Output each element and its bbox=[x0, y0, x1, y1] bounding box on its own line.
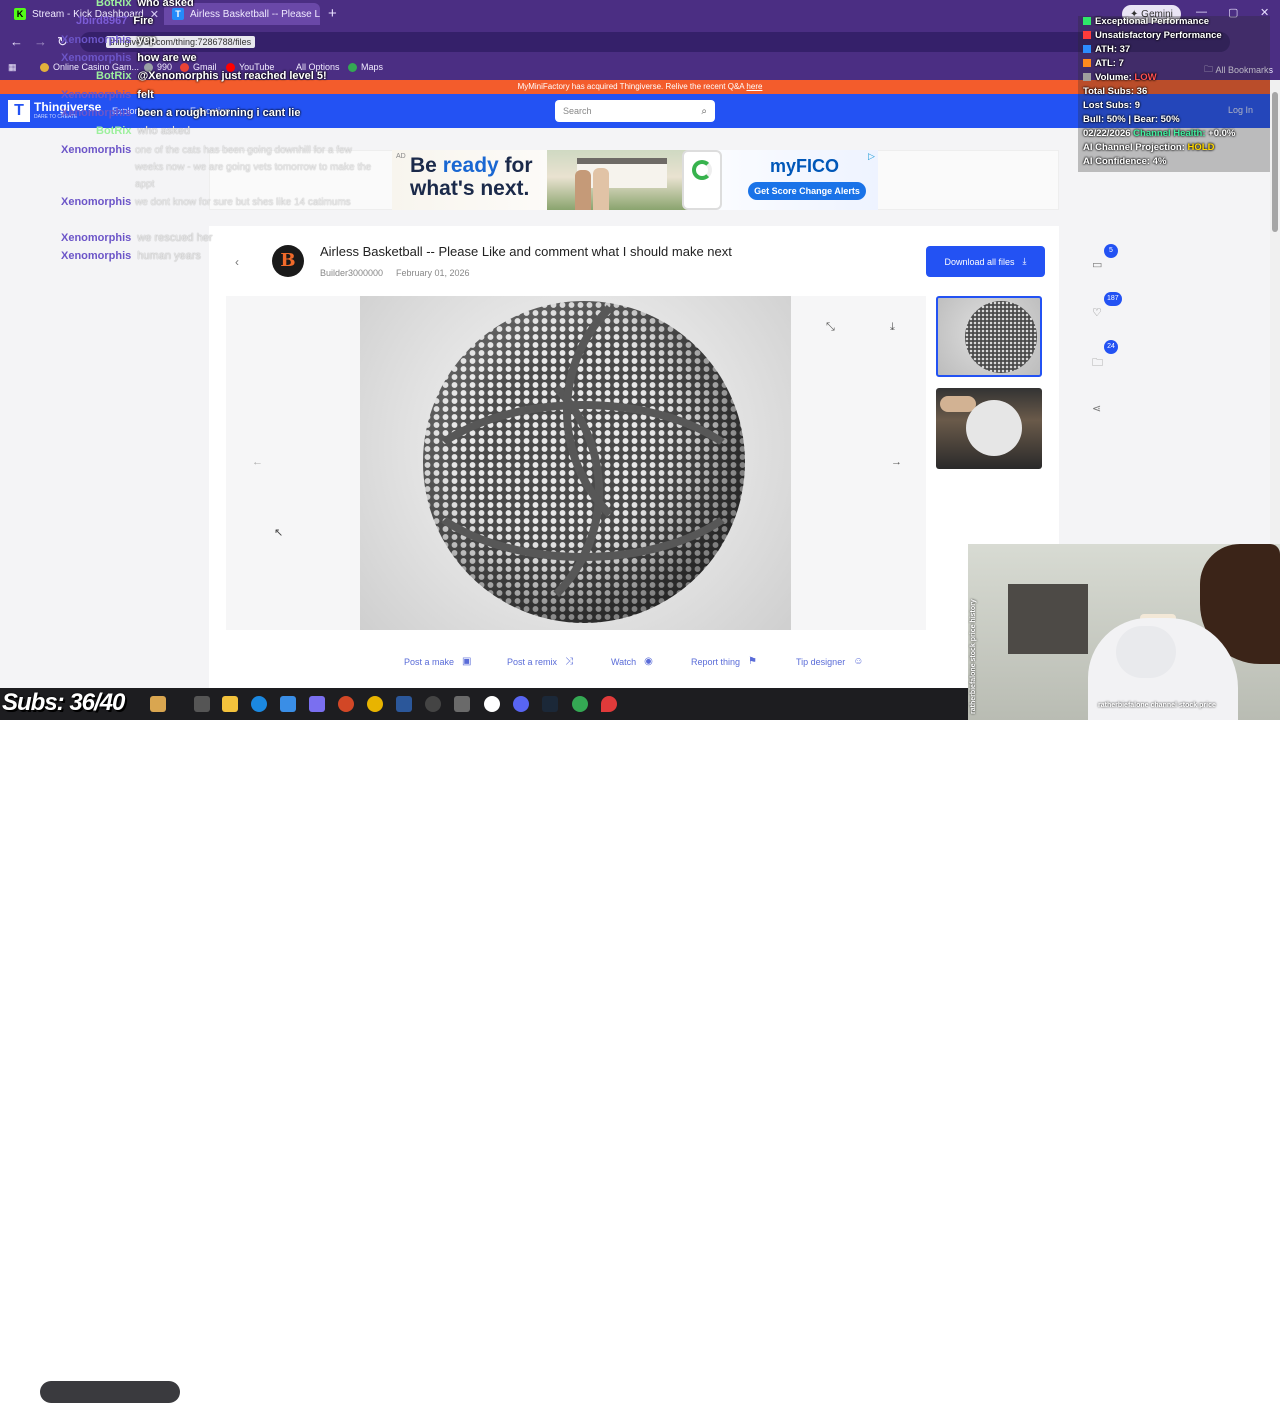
red-square-icon bbox=[1083, 31, 1091, 39]
flag-icon: ⚑ bbox=[748, 656, 757, 667]
chat-message: BotRix who asked bbox=[96, 125, 191, 137]
publish-date: February 01, 2026 bbox=[396, 268, 470, 278]
shuffle-icon: ⤨ bbox=[565, 656, 574, 667]
collections-count-badge: 24 bbox=[1104, 340, 1118, 354]
smile-icon: ☺ bbox=[853, 656, 864, 667]
chat-message: Xenomorphis we rescued her bbox=[61, 232, 213, 244]
maps-pin-icon[interactable] bbox=[601, 696, 617, 712]
chat-message: Xenomorphis been a rough morning i cant l… bbox=[61, 107, 301, 119]
search-icon[interactable]: ⌕ bbox=[701, 106, 707, 117]
fullscreen-icon[interactable]: ⤡ bbox=[826, 321, 835, 334]
stream-chat-overlay: BotRix who asked Jbird8967 Fire Xenomorphi… bbox=[0, 0, 400, 270]
adchoices-icon[interactable]: ▷ bbox=[868, 151, 875, 162]
copilot-icon[interactable] bbox=[309, 696, 325, 712]
ad-brand-logo: myFICO bbox=[770, 156, 840, 176]
chat-username: Xenomorphis bbox=[61, 196, 132, 208]
thumbnail-1[interactable] bbox=[936, 296, 1042, 377]
webcam-overlay: ratherbiefalone stock price history rath… bbox=[968, 544, 1280, 720]
webcam-bottom-caption: ratherbiefalone channel stock price bbox=[1098, 702, 1216, 709]
obs-icon[interactable] bbox=[425, 696, 441, 712]
channel-stats-overlay: Exceptional Performance Unsatisfactory P… bbox=[1078, 16, 1270, 172]
mouse-cursor-icon: ↖ bbox=[274, 527, 284, 539]
report-thing-button[interactable]: Report thing ⚑ bbox=[691, 656, 757, 667]
edge-icon[interactable] bbox=[251, 696, 267, 712]
myfico-ad-banner[interactable]: Be ready for what's next. myFICO Get Sco… bbox=[392, 150, 878, 210]
store-icon[interactable] bbox=[280, 696, 296, 712]
chrome-icon[interactable] bbox=[367, 696, 383, 712]
app-icon[interactable] bbox=[454, 696, 470, 712]
site-search-input[interactable]: Search ⌕ bbox=[555, 100, 715, 122]
taskbar-widget-icon[interactable] bbox=[150, 696, 166, 712]
ad-headline: Be ready for what's next. bbox=[410, 154, 533, 200]
word-icon[interactable] bbox=[396, 696, 412, 712]
watch-button[interactable]: Watch ◉ bbox=[611, 656, 653, 667]
ad-phone-image bbox=[682, 150, 722, 210]
share-icon[interactable]: ⋖ bbox=[1092, 402, 1101, 415]
legend-unsatisfactory: Unsatisfactory Performance bbox=[1083, 30, 1222, 41]
gray-square-icon bbox=[1083, 73, 1091, 81]
post-remix-button[interactable]: Post a remix ⤨ bbox=[507, 656, 573, 667]
camera-icon: ▣ bbox=[462, 656, 472, 667]
ad-cta-button[interactable]: Get Score Change Alerts bbox=[748, 182, 866, 200]
taskview-icon[interactable] bbox=[194, 696, 210, 712]
powerpoint-icon[interactable] bbox=[338, 696, 354, 712]
post-make-button[interactable]: Post a make ▣ bbox=[404, 656, 471, 667]
announcement-link[interactable]: here bbox=[746, 82, 762, 91]
stat-total-subs: Total Subs: 36 bbox=[1083, 86, 1148, 97]
download-label: Download all files bbox=[944, 256, 1015, 267]
chat-message: BotRix who asked bbox=[96, 0, 194, 9]
ad-house-image bbox=[547, 150, 697, 210]
scrollbar-thumb[interactable] bbox=[1272, 92, 1278, 232]
chat-message: Xenomorphis human years bbox=[61, 250, 201, 262]
steam-icon[interactable] bbox=[542, 696, 558, 712]
pokeball-icon[interactable] bbox=[484, 696, 500, 712]
comment-icon[interactable]: ▭ bbox=[1092, 258, 1102, 271]
chat-message-text: we dont know for sure but shes like 14 c… bbox=[135, 197, 351, 208]
subs-goal-overlay: Subs: 36/40 bbox=[2, 689, 125, 716]
stat-projection: AI Channel Projection: HOLD bbox=[1083, 142, 1215, 153]
like-heart-icon[interactable]: ♡ bbox=[1092, 306, 1102, 319]
chat-username: Xenomorphis bbox=[61, 144, 132, 156]
shelf-image bbox=[1008, 584, 1088, 654]
chrome-active-icon[interactable] bbox=[572, 696, 588, 712]
announcement-text: MyMiniFactory has acquired Thingiverse. … bbox=[517, 82, 745, 91]
file-explorer-icon[interactable] bbox=[222, 696, 238, 712]
webcam-side-caption: ratherbiefalone stock price history bbox=[970, 599, 977, 714]
eye-icon: ◉ bbox=[644, 656, 653, 667]
stat-channel-health: 02/22/2026 Channel Health: +0.0% bbox=[1083, 128, 1236, 139]
tip-designer-button[interactable]: Tip designer ☺ bbox=[796, 656, 863, 667]
blue-square-icon bbox=[1083, 45, 1091, 53]
stat-volume: Volume: LOW bbox=[1083, 72, 1157, 83]
chat-message: Xenomorphis yep bbox=[61, 34, 157, 46]
chat-message: Jbird8967 Fire bbox=[76, 15, 154, 27]
stat-confidence: AI Confidence: 4% bbox=[1083, 156, 1167, 167]
comments-count-badge: 5 bbox=[1104, 244, 1118, 258]
download-icon: ⤓ bbox=[1022, 256, 1027, 266]
taskbar-search[interactable] bbox=[40, 1381, 180, 1403]
orange-square-icon bbox=[1083, 59, 1091, 67]
collection-folder-icon[interactable]: 🗀 bbox=[1092, 354, 1103, 373]
stat-lost-subs: Lost Subs: 9 bbox=[1083, 100, 1141, 111]
download-all-button[interactable]: Download all files ⤓ bbox=[926, 246, 1045, 277]
likes-count-badge: 187 bbox=[1104, 292, 1122, 306]
stat-ath: ATH: 37 bbox=[1083, 44, 1130, 55]
discord-icon[interactable] bbox=[513, 696, 529, 712]
chat-message: Xenomorphis felt bbox=[61, 89, 154, 101]
stat-atl: ATL: 7 bbox=[1083, 58, 1124, 69]
green-square-icon bbox=[1083, 17, 1091, 25]
airless-basketball-render bbox=[403, 296, 763, 630]
chat-message-text: one of the cats has been going downhill … bbox=[135, 145, 372, 190]
search-placeholder: Search bbox=[563, 106, 592, 116]
stat-bull-bear: Bull: 50% | Bear: 50% bbox=[1083, 114, 1180, 125]
chat-message: Xenomorphis how are we bbox=[61, 52, 197, 64]
legend-exceptional: Exceptional Performance bbox=[1083, 16, 1209, 27]
download-image-icon[interactable]: ⤓ bbox=[890, 321, 895, 334]
next-image-icon[interactable]: → bbox=[891, 456, 902, 468]
thumbnail-2[interactable] bbox=[936, 388, 1042, 469]
prev-image-icon[interactable]: ← bbox=[252, 456, 263, 468]
basketball-main-image[interactable] bbox=[360, 296, 791, 630]
chat-message: BotRix @Xenomorphis just reached level 5! bbox=[96, 70, 327, 82]
